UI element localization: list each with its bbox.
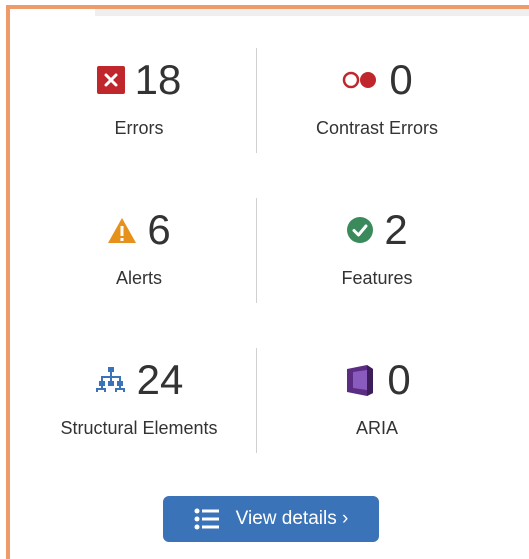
- aria-box-icon: [343, 363, 377, 397]
- structural-elements-label: Structural Elements: [60, 418, 218, 438]
- summary-panel: 18 Errors 0 Contrast Errors 6 Alerts 2 F…: [0, 0, 529, 559]
- summary-contrast-errors: 0 Contrast Errors: [258, 40, 496, 170]
- view-details-label: View details ›: [235, 508, 349, 529]
- summary-features: 2 Features: [258, 190, 496, 320]
- structural-elements-count: 24: [136, 356, 184, 403]
- summary-errors: 18 Errors: [20, 40, 258, 170]
- contrast-icon: [341, 69, 379, 91]
- summary-aria: 0 ARIA: [258, 340, 496, 470]
- alerts-label: Alerts: [115, 268, 162, 288]
- aria-count: 0: [387, 356, 411, 403]
- errors-count: 18: [134, 56, 182, 103]
- features-label: Features: [341, 268, 413, 288]
- divider-row-1: [256, 48, 257, 153]
- alerts-count: 6: [147, 206, 171, 253]
- list-icon: [194, 508, 220, 530]
- divider-row-2: [256, 198, 257, 303]
- features-count: 2: [384, 206, 408, 253]
- view-details-button[interactable]: View details ›: [163, 496, 379, 542]
- structure-tree-icon: [95, 366, 127, 394]
- contrast-errors-count: 0: [389, 56, 413, 103]
- panel-top-shade: [95, 9, 529, 16]
- check-circle-icon: [346, 216, 374, 244]
- alert-triangle-icon: [107, 217, 137, 244]
- summary-grid: 18 Errors 0 Contrast Errors 6 Alerts 2 F…: [20, 40, 496, 470]
- summary-structural-elements: 24 Structural Elements: [20, 340, 258, 470]
- error-x-icon: [96, 66, 125, 94]
- aria-label: ARIA: [355, 418, 398, 438]
- panel-border-left: [6, 5, 10, 559]
- summary-alerts: 6 Alerts: [20, 190, 258, 320]
- contrast-errors-label: Contrast Errors: [315, 118, 439, 138]
- divider-row-3: [256, 348, 257, 453]
- errors-label: Errors: [114, 118, 164, 138]
